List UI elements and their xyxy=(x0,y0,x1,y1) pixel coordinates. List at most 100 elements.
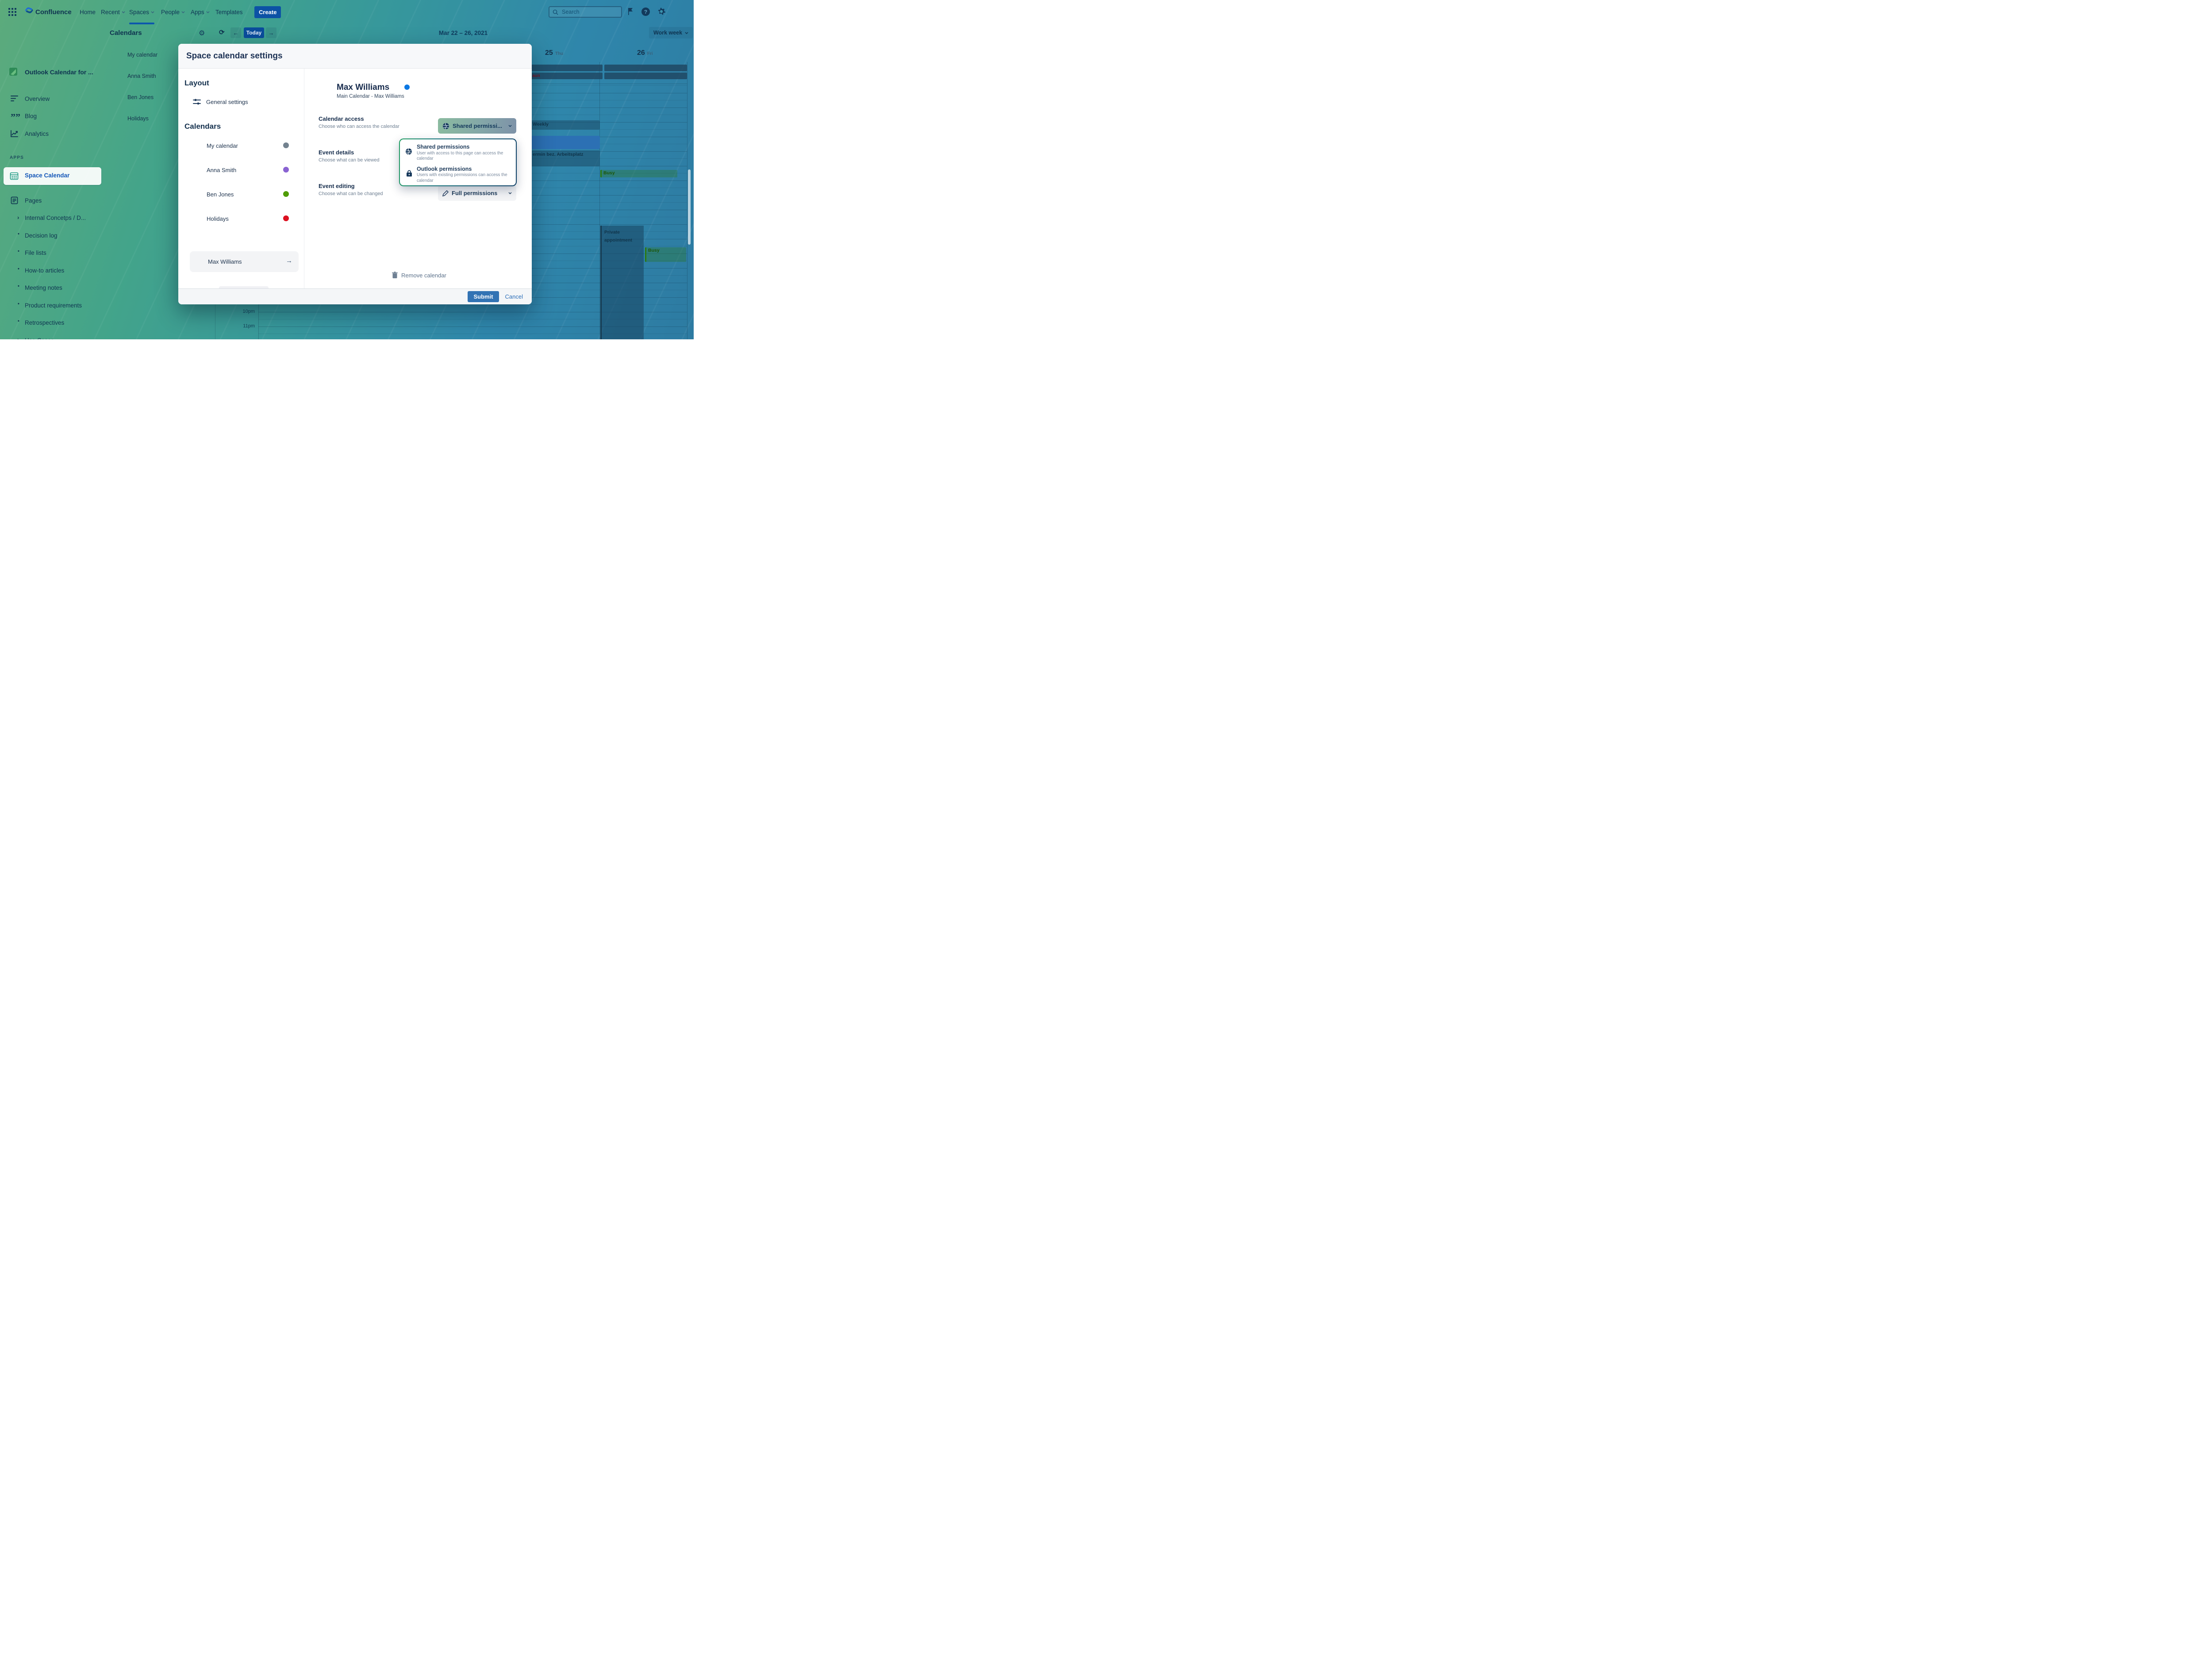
next-week-button[interactable]: → xyxy=(266,27,276,38)
globe-icon xyxy=(442,123,449,130)
bullet-icon: • xyxy=(18,266,19,272)
option-outlook-permissions[interactable]: Outlook permissions Users with existing … xyxy=(405,166,511,184)
sidebar-page-internal-concepts[interactable]: Internal Concetps / D... xyxy=(25,215,86,221)
calendar-item-holidays[interactable]: Holidays xyxy=(207,215,229,222)
sidebar-page-how-to-articles[interactable]: How-to articles xyxy=(25,267,64,274)
arrow-right-icon: → xyxy=(269,30,274,36)
chevron-down-icon xyxy=(508,125,512,127)
view-selector-label: Work week xyxy=(653,30,682,36)
overview-icon xyxy=(11,95,18,104)
general-settings-item[interactable]: General settings xyxy=(193,98,248,105)
calendar-access-dropdown[interactable]: Shared permissi... xyxy=(438,118,516,134)
view-selector[interactable]: Work week xyxy=(649,27,693,38)
sidebar-item-space-calendar[interactable]: Space Calendar xyxy=(4,167,101,185)
calendars-heading: Calendars xyxy=(184,122,221,131)
nav-item-spaces[interactable]: Spaces xyxy=(129,9,154,15)
bullet-icon: • xyxy=(18,284,19,289)
time-label-10pm: 10pm xyxy=(230,309,255,314)
today-button[interactable]: Today xyxy=(244,27,264,38)
apps-section-heading: APPS xyxy=(10,155,24,160)
time-label-11pm: 11pm xyxy=(230,323,255,329)
prev-week-button[interactable]: ← xyxy=(230,27,241,38)
modal-title: Space calendar settings xyxy=(186,51,283,61)
help-icon[interactable]: ? xyxy=(641,7,650,19)
blog-quote-icon: ”” xyxy=(11,111,20,123)
create-button[interactable]: Create xyxy=(254,6,281,18)
event-editing-desc: Choose what can be changed xyxy=(319,191,383,196)
all-day-event[interactable] xyxy=(604,73,687,79)
refresh-icon[interactable]: ⟳ xyxy=(219,28,225,36)
modal-header: Space calendar settings xyxy=(178,44,532,69)
event-editing-dropdown[interactable]: Full permissions xyxy=(438,185,516,201)
sidebar-page-product-requirements[interactable]: Product requirements xyxy=(25,302,82,309)
top-nav: Confluence Home Recent Spaces People App… xyxy=(0,0,694,24)
search-field[interactable] xyxy=(549,6,622,18)
sidebar-item-analytics[interactable]: Analytics xyxy=(25,131,49,137)
date-range: Mar 22 – 26, 2021 xyxy=(436,30,491,36)
nav-item-home[interactable]: Home xyxy=(80,9,96,15)
access-dropdown-menu: Shared permissions User with access to t… xyxy=(399,138,517,186)
chevron-down-icon xyxy=(685,32,688,34)
event-busy[interactable]: Busy xyxy=(600,170,677,177)
panel-calendar-my-calendar[interactable]: My calendar xyxy=(127,52,157,58)
sidebar-item-pages[interactable]: Pages xyxy=(25,197,42,204)
sidebar-page-retrospectives[interactable]: Retrospectives xyxy=(25,319,64,326)
chevron-right-icon[interactable]: › xyxy=(17,214,19,221)
space-logo-icon xyxy=(9,67,18,78)
arrow-left-icon: ← xyxy=(233,30,239,36)
calendar-color-dot[interactable] xyxy=(283,167,289,173)
calendar-access-label: Calendar access xyxy=(319,115,364,122)
calendar-color-dot[interactable] xyxy=(283,191,289,197)
event-private-appointment[interactable]: Private appointment xyxy=(600,226,644,339)
event-details-desc: Choose what can be viewed xyxy=(319,157,380,163)
all-day-event[interactable] xyxy=(604,65,687,71)
sidebar-page-decision-log[interactable]: Decision log xyxy=(25,232,58,239)
remove-calendar-button[interactable]: Remove calendar xyxy=(392,272,446,279)
announcement-flag-icon[interactable] xyxy=(627,8,634,18)
panel-calendar-ben-jones[interactable]: Ben Jones xyxy=(127,94,154,100)
globe-icon xyxy=(405,147,412,156)
calendar-item-my-calendar[interactable]: My calendar xyxy=(207,142,238,149)
panel-calendar-holidays[interactable]: Holidays xyxy=(127,115,149,122)
nav-item-recent[interactable]: Recent xyxy=(101,9,125,15)
sidebar-item-blog[interactable]: Blog xyxy=(25,113,37,119)
calendar-item-max-williams-selected[interactable]: Max Williams → xyxy=(190,251,299,272)
analytics-chart-icon xyxy=(11,130,18,139)
submit-button[interactable]: Submit xyxy=(468,291,499,302)
option-shared-permissions[interactable]: Shared permissions User with access to t… xyxy=(405,144,511,162)
event-busy[interactable]: Busy xyxy=(645,247,686,262)
chevron-right-icon[interactable]: › xyxy=(17,336,19,339)
sidebar-page-file-lists[interactable]: File lists xyxy=(25,250,46,256)
calendar-color-dot[interactable] xyxy=(283,215,289,221)
space-sidebar: Outlook Calendar for ... Overview ”” Blo… xyxy=(0,24,105,339)
nav-item-people[interactable]: People xyxy=(161,9,185,15)
chevron-down-icon xyxy=(122,11,125,13)
event-blue[interactable] xyxy=(530,136,600,149)
space-calendar-icon xyxy=(10,172,19,183)
calendar-color-dot[interactable] xyxy=(283,142,289,148)
sidebar-item-label: Space Calendar xyxy=(25,172,69,179)
confluence-app: Confluence Home Recent Spaces People App… xyxy=(0,0,694,339)
event-weekly[interactable]: Weekly xyxy=(530,120,600,130)
settings-gear-icon[interactable] xyxy=(657,7,666,18)
event-termin[interactable]: ermin bez. Arbeitsplatz xyxy=(530,150,600,166)
selected-calendar-label: Max Williams xyxy=(208,258,242,265)
chevron-down-icon xyxy=(181,11,185,13)
calendar-item-ben-jones[interactable]: Ben Jones xyxy=(207,191,234,198)
calendar-access-desc: Choose who can access the calendar xyxy=(319,124,399,129)
sidebar-item-overview[interactable]: Overview xyxy=(25,96,50,102)
panel-calendar-anna-smith[interactable]: Anna Smith xyxy=(127,73,156,79)
app-switcher-icon[interactable] xyxy=(8,8,17,19)
space-name[interactable]: Outlook Calendar for ... xyxy=(25,69,93,76)
scrollbar-thumb[interactable] xyxy=(688,169,691,245)
cancel-button[interactable]: Cancel xyxy=(505,293,523,300)
event-editing-label: Event editing xyxy=(319,183,355,189)
search-input[interactable] xyxy=(561,8,611,15)
calendar-settings-gear-icon[interactable]: ⚙ xyxy=(199,29,205,38)
nav-item-templates[interactable]: Templates xyxy=(215,9,243,15)
sidebar-page-use-cases[interactable]: Use Cases xyxy=(25,337,54,339)
calendar-item-anna-smith[interactable]: Anna Smith xyxy=(207,167,236,173)
svg-text:?: ? xyxy=(644,9,647,15)
nav-item-apps[interactable]: Apps xyxy=(191,9,210,15)
sidebar-page-meeting-notes[interactable]: Meeting notes xyxy=(25,284,62,291)
